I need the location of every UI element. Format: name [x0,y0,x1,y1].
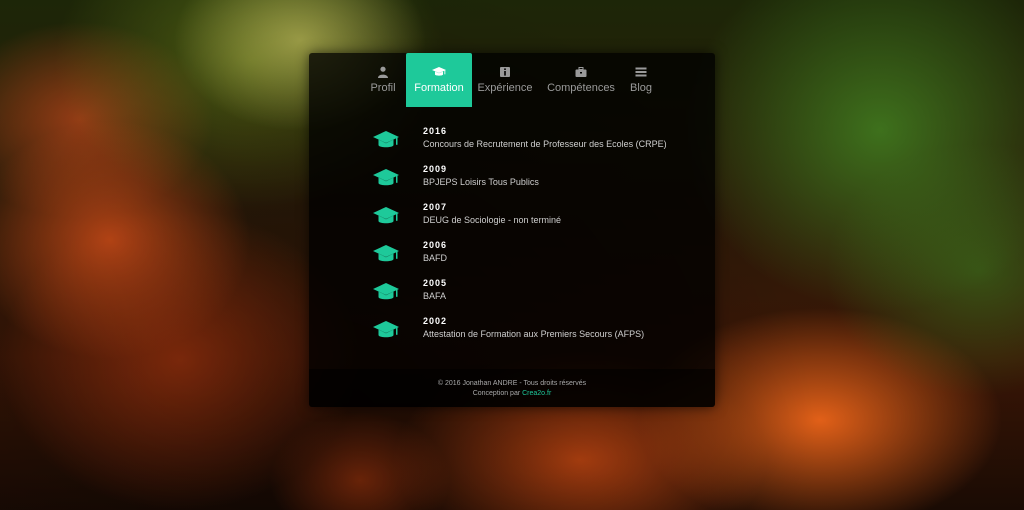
item-year: 2006 [423,240,448,250]
graduation-cap-icon [373,207,399,224]
briefcase-icon [575,67,587,77]
tab-label: Profil [370,82,396,94]
item-year: 2009 [423,164,448,174]
tab-label: Expérience [477,82,533,94]
item-year: 2007 [423,202,448,212]
footer-credit-link[interactable]: Crea2o.fr [522,390,551,397]
item-year: 2005 [423,278,448,288]
list-item: 2006 BAFD [309,235,689,271]
footer: © 2016 Jonathan ANDRE - Tous droits rése… [309,369,715,407]
tab-formation[interactable]: Formation [406,53,472,107]
item-title: Attestation de Formation aux Premiers Se… [423,329,645,339]
resume-panel: Profil Formation Expérience Compétences … [309,53,715,407]
item-title: BAFD [423,253,448,263]
info-icon [500,67,510,77]
tab-label: Formation [414,82,464,94]
list-item: 2002 Attestation de Formation aux Premie… [309,311,689,347]
tab-experience[interactable]: Expérience [476,53,534,107]
item-title: BPJEPS Loisirs Tous Publics [423,177,539,187]
footer-credit-prefix: Conception par [472,390,523,397]
tab-label: Blog [629,82,653,94]
item-title: BAFA [423,291,447,301]
menu-icon [635,67,647,77]
item-year: 2002 [423,316,448,326]
tab-nav: Profil Formation Expérience Compétences … [309,53,715,107]
tab-blog[interactable]: Blog [627,53,655,107]
graduation-cap-icon [373,131,399,148]
item-title: DEUG de Sociologie - non terminé [423,215,562,225]
list-item: 2009 BPJEPS Loisirs Tous Publics [309,159,689,195]
list-item: 2016 Concours de Recrutement de Professe… [309,121,689,157]
item-title: Concours de Recrutement de Professeur de… [423,139,667,149]
footer-copyright: © 2016 Jonathan ANDRE - Tous droits rése… [437,380,587,387]
graduation-cap-icon [373,283,399,300]
graduation-cap-icon [373,169,399,186]
tab-label: Compétences [547,82,615,94]
list-item: 2005 BAFA [309,273,689,309]
graduation-cap-icon [373,245,399,262]
tab-competences[interactable]: Compétences [547,53,615,107]
list-item: 2007 DEUG de Sociologie - non terminé [309,197,689,233]
graduation-cap-icon [432,67,446,76]
user-icon [378,66,388,78]
tab-profil[interactable]: Profil [363,53,403,107]
graduation-cap-icon [373,321,399,338]
footer-credit: Conception par Crea2o.fr [309,390,715,397]
item-year: 2016 [423,126,448,136]
